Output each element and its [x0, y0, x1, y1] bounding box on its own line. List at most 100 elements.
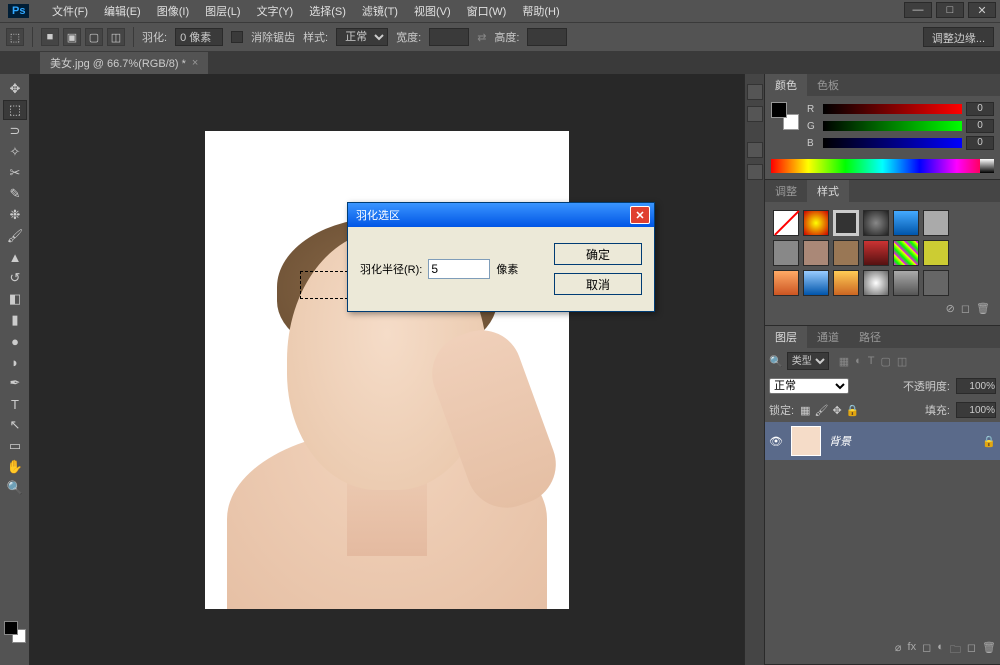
shape-tool[interactable]: ▭ — [3, 436, 27, 456]
lock-all-icon[interactable]: 🔒 — [846, 404, 860, 417]
style-swatch[interactable] — [863, 240, 889, 266]
brush-tool[interactable]: 🖌 — [3, 226, 27, 246]
history-brush-tool[interactable]: ↺ — [3, 268, 27, 288]
style-swatch[interactable] — [803, 240, 829, 266]
style-swatch[interactable] — [773, 240, 799, 266]
b-slider[interactable] — [823, 138, 962, 148]
style-swatch[interactable] — [893, 270, 919, 296]
style-swatch[interactable] — [803, 270, 829, 296]
cancel-button[interactable]: 取消 — [554, 273, 642, 295]
fg-swatch[interactable] — [771, 102, 787, 118]
lasso-tool[interactable]: ⊃ — [3, 121, 27, 141]
healing-brush-tool[interactable]: ❉ — [3, 205, 27, 225]
selection-subtract-icon[interactable]: ▢ — [85, 28, 103, 46]
feather-input[interactable] — [175, 28, 223, 46]
move-tool[interactable]: ✥ — [3, 79, 27, 99]
fill-input[interactable] — [956, 402, 996, 418]
menu-file[interactable]: 文件(F) — [44, 0, 96, 22]
style-swatch[interactable] — [893, 210, 919, 236]
selection-add-icon[interactable]: ▣ — [63, 28, 81, 46]
menu-window[interactable]: 窗口(W) — [459, 0, 515, 22]
color-swatch[interactable] — [4, 621, 26, 643]
menu-view[interactable]: 视图(V) — [406, 0, 459, 22]
menu-filter[interactable]: 滤镜(T) — [354, 0, 406, 22]
layer-fx-icon[interactable]: fx — [908, 641, 917, 660]
canvas-area[interactable] — [30, 74, 744, 665]
delete-layer-icon[interactable]: 🗑 — [982, 641, 996, 660]
style-swatch[interactable] — [893, 240, 919, 266]
tab-styles[interactable]: 样式 — [807, 180, 849, 202]
tab-adjustments[interactable]: 调整 — [765, 180, 807, 202]
opacity-input[interactable] — [956, 378, 996, 394]
menu-select[interactable]: 选择(S) — [301, 0, 354, 22]
dialog-close-button[interactable]: ✕ — [630, 206, 650, 224]
tab-layers[interactable]: 图层 — [765, 326, 807, 348]
style-swatch[interactable] — [863, 270, 889, 296]
foreground-color[interactable] — [4, 621, 18, 635]
style-swatch[interactable] — [923, 270, 949, 296]
ok-button[interactable]: 确定 — [554, 243, 642, 265]
menu-layer[interactable]: 图层(L) — [197, 0, 248, 22]
style-swatch[interactable] — [923, 210, 949, 236]
lock-image-icon[interactable]: 🖌 — [814, 404, 828, 417]
style-swatch[interactable] — [833, 270, 859, 296]
blur-tool[interactable]: ● — [3, 331, 27, 351]
g-slider[interactable] — [823, 121, 962, 131]
maximize-button[interactable]: □ — [936, 2, 964, 18]
style-swatch[interactable] — [923, 240, 949, 266]
eraser-tool[interactable]: ◧ — [3, 289, 27, 309]
filter-smart-icon[interactable]: ◫ — [897, 355, 907, 368]
feather-radius-input[interactable] — [428, 259, 490, 279]
filter-type-icon[interactable]: T — [868, 355, 875, 368]
style-swatch[interactable] — [863, 210, 889, 236]
marquee-preset-icon[interactable]: ⬚ — [6, 28, 24, 46]
selection-intersect-icon[interactable]: ◫ — [107, 28, 125, 46]
color-fg-bg[interactable] — [771, 102, 799, 130]
dialog-titlebar[interactable]: 羽化选区 ✕ — [348, 203, 654, 227]
new-layer-icon[interactable]: ◻ — [967, 641, 976, 660]
layer-thumbnail[interactable] — [791, 426, 821, 456]
lock-position-icon[interactable]: ✥ — [832, 404, 841, 417]
layer-filter-select[interactable]: 类型 — [787, 352, 829, 370]
menu-image[interactable]: 图像(I) — [149, 0, 197, 22]
path-select-tool[interactable]: ↖ — [3, 415, 27, 435]
tab-color[interactable]: 颜色 — [765, 74, 807, 96]
color-spectrum[interactable] — [771, 159, 994, 173]
b-value[interactable]: 0 — [966, 136, 994, 150]
lock-transparency-icon[interactable]: ▦ — [800, 404, 810, 417]
style-swatch[interactable] — [833, 210, 859, 236]
clone-stamp-tool[interactable]: ▲ — [3, 247, 27, 267]
gradient-tool[interactable]: ▮ — [3, 310, 27, 330]
crop-tool[interactable]: ✂ — [3, 163, 27, 183]
magic-wand-tool[interactable]: ✧ — [3, 142, 27, 162]
g-value[interactable]: 0 — [966, 119, 994, 133]
style-swatch[interactable] — [803, 210, 829, 236]
close-button[interactable]: ✕ — [968, 2, 996, 18]
document-tab-close-icon[interactable]: × — [192, 57, 198, 69]
tab-swatches[interactable]: 色板 — [807, 74, 849, 96]
link-layers-icon[interactable]: ⌀ — [895, 641, 902, 660]
tab-paths[interactable]: 路径 — [849, 326, 891, 348]
adjustment-layer-icon[interactable]: ◐ — [937, 641, 944, 660]
dock-icon-3[interactable] — [747, 142, 763, 158]
layer-visibility-icon[interactable]: 👁 — [769, 435, 783, 448]
height-input[interactable] — [527, 28, 567, 46]
zoom-tool[interactable]: 🔍 — [3, 478, 27, 498]
type-tool[interactable]: T — [3, 394, 27, 414]
menu-text[interactable]: 文字(Y) — [249, 0, 302, 22]
refine-edge-button[interactable]: 调整边缘... — [923, 27, 994, 47]
minimize-button[interactable]: — — [904, 2, 932, 18]
antialias-checkbox[interactable] — [231, 31, 243, 43]
r-value[interactable]: 0 — [966, 102, 994, 116]
dock-icon-2[interactable] — [747, 106, 763, 122]
eyedropper-tool[interactable]: ✎ — [3, 184, 27, 204]
styles-new-icon[interactable]: ◻ — [961, 302, 970, 315]
document-tab[interactable]: 美女.jpg @ 66.7%(RGB/8) * × — [40, 51, 208, 74]
menu-help[interactable]: 帮助(H) — [514, 0, 567, 22]
pen-tool[interactable]: ✒ — [3, 373, 27, 393]
dock-icon-1[interactable] — [747, 84, 763, 100]
filter-pixel-icon[interactable]: ▦ — [839, 355, 849, 368]
styles-clear-icon[interactable]: ⊘ — [946, 302, 955, 315]
filter-adjust-icon[interactable]: ◐ — [855, 355, 862, 368]
style-swatch[interactable] — [773, 210, 799, 236]
